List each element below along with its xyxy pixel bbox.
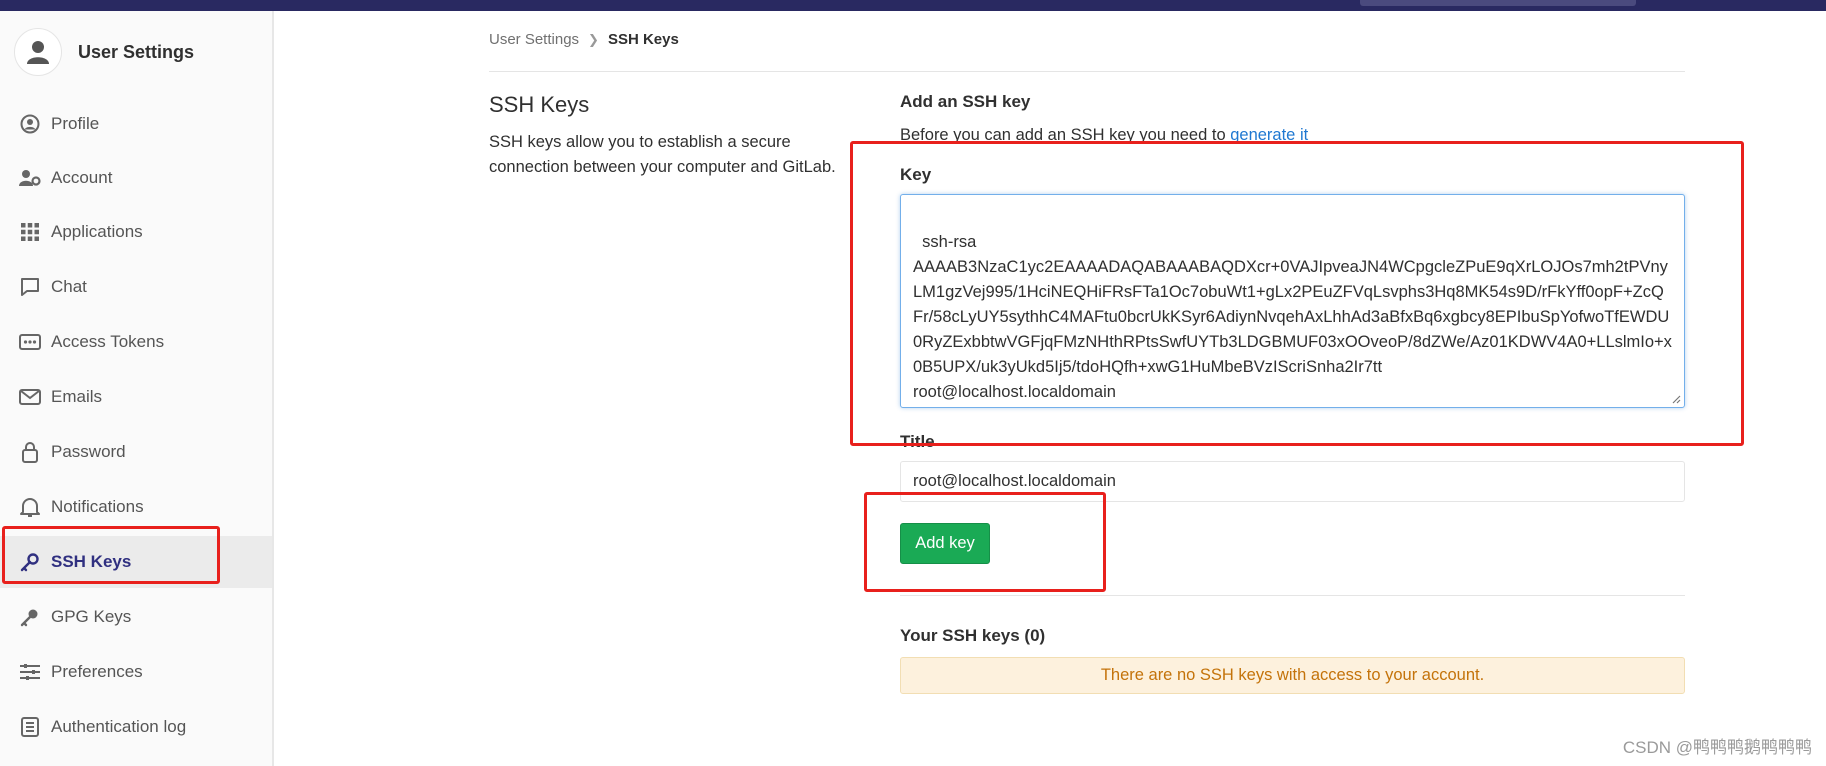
breadcrumb-current[interactable]: SSH Keys: [608, 31, 679, 48]
sidebar-item-label: Authentication log: [51, 717, 187, 736]
sidebar-item-emails[interactable]: Emails: [0, 371, 272, 423]
user-avatar-icon: [14, 28, 62, 76]
annotation-highlight-box: [2, 526, 220, 584]
preferences-icon: [19, 661, 41, 683]
search-box[interactable]: [1360, 0, 1636, 6]
top-navbar: [0, 0, 1826, 11]
lock-icon: [19, 441, 41, 463]
emails-icon: [19, 386, 41, 408]
sidebar-title: User Settings: [78, 41, 195, 62]
sidebar-item-applications[interactable]: Applications: [0, 206, 272, 258]
sidebar-item-label: Chat: [51, 277, 87, 296]
sidebar-item-label: GPG Keys: [51, 607, 132, 626]
sidebar-item-label: Account: [51, 168, 113, 187]
key-icon: [19, 606, 41, 628]
profile-icon: [19, 113, 41, 135]
sidebar-item-chat[interactable]: Chat: [0, 261, 272, 313]
divider: [489, 71, 1685, 72]
sidebar-item-label: Applications: [51, 222, 143, 241]
bell-icon: [19, 496, 41, 518]
breadcrumb-parent-link[interactable]: User Settings: [489, 31, 579, 48]
sidebar-item-label: Emails: [51, 387, 103, 406]
add-ssh-key-heading: Add an SSH key: [900, 92, 1031, 111]
title-input-value: root@localhost.localdomain: [913, 472, 1116, 490]
sidebar-item-preferences[interactable]: Preferences: [0, 646, 272, 698]
watermark: CSDN @鸭鸭鸭鹅鸭鸭鸭: [1622, 738, 1812, 757]
sidebar: User Settings Profile Account Applicatio…: [0, 11, 274, 766]
sidebar-item-access-tokens[interactable]: Access Tokens: [0, 316, 272, 368]
sidebar-item-label: Notifications: [51, 497, 144, 516]
annotation-highlight-box: [850, 141, 1744, 446]
section-description: SSH keys allow you to establish a secure…: [489, 133, 836, 176]
your-ssh-keys-heading: Your SSH keys (0): [900, 626, 1046, 645]
divider: [900, 595, 1685, 596]
chat-icon: [19, 276, 41, 298]
page-title: SSH Keys: [489, 92, 590, 117]
access-tokens-icon: [19, 331, 41, 353]
breadcrumb: User Settings ❯ SSH Keys: [489, 31, 679, 48]
sidebar-header[interactable]: User Settings: [14, 28, 195, 76]
empty-keys-alert: There are no SSH keys with access to you…: [900, 657, 1685, 694]
sidebar-item-authentication-log[interactable]: Authentication log: [0, 701, 272, 753]
sidebar-item-label: Password: [51, 442, 126, 461]
annotation-highlight-box: [864, 492, 1106, 592]
sidebar-item-profile[interactable]: Profile: [0, 98, 272, 150]
sidebar-item-label: Preferences: [51, 662, 143, 681]
sidebar-item-password[interactable]: Password: [0, 426, 272, 478]
sidebar-item-gpg-keys[interactable]: GPG Keys: [0, 591, 272, 643]
sidebar-item-account[interactable]: Account: [0, 152, 272, 204]
log-icon: [19, 716, 41, 738]
sidebar-item-label: Profile: [51, 114, 100, 133]
sidebar-item-label: Access Tokens: [51, 332, 165, 351]
account-icon: [19, 167, 41, 189]
applications-icon: [19, 221, 41, 243]
chevron-right-icon: ❯: [588, 31, 599, 47]
